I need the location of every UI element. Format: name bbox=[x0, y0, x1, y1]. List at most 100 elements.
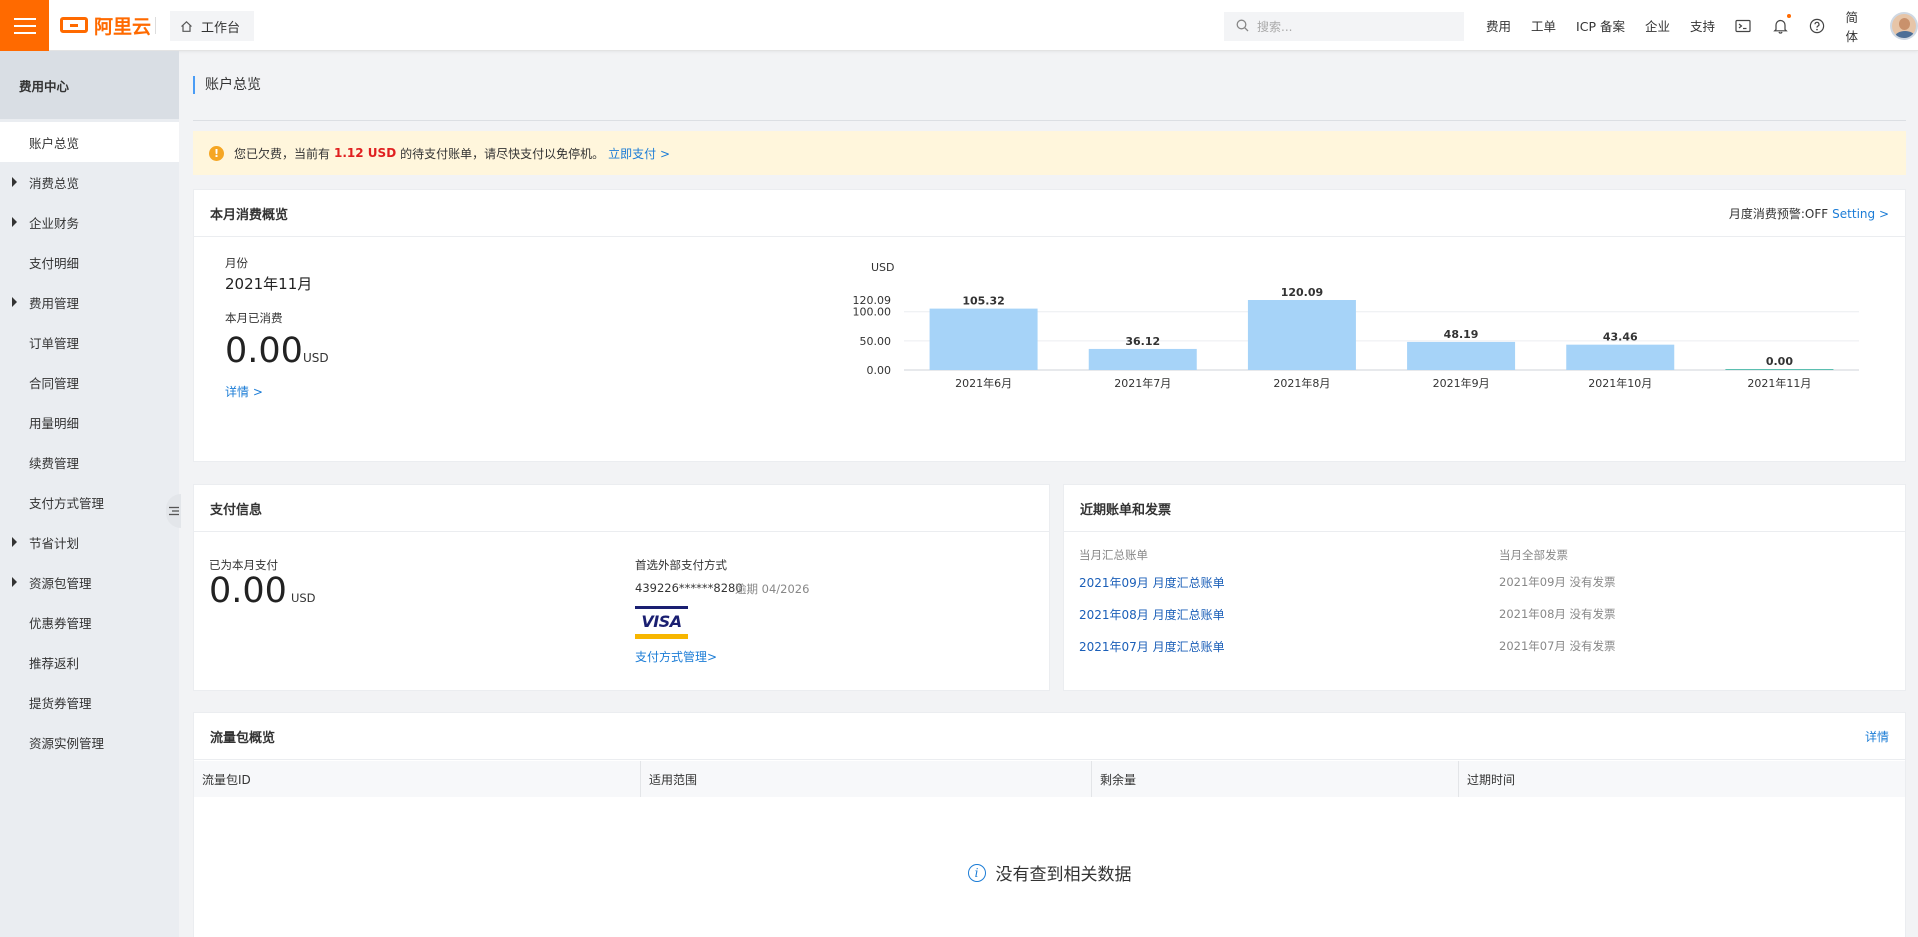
y-tick-label: 120.09 bbox=[853, 294, 892, 307]
payment-info-card: 支付信息 已为本月支付 0.00 USD 首选外部支付方式 439226*****… bbox=[193, 484, 1050, 691]
top-bar: 阿里云 工作台 费用 工单 ICP 备案 企业 支持 简体 bbox=[0, 0, 1918, 51]
sidebar-item[interactable]: 支付方式管理 bbox=[0, 482, 179, 522]
monthly-invoices-label: 当月全部发票 bbox=[1499, 548, 1568, 562]
sidebar-item[interactable]: 企业财务 bbox=[0, 202, 179, 242]
payment-card-title: 支付信息 bbox=[194, 485, 1049, 532]
sidebar-item[interactable]: 费用管理 bbox=[0, 282, 179, 322]
monthly-bills-label: 当月汇总账单 bbox=[1079, 548, 1148, 562]
sidebar-item[interactable]: 资源实例管理 bbox=[0, 722, 179, 762]
y-tick-label: 0.00 bbox=[867, 364, 892, 377]
bell-icon[interactable] bbox=[1772, 14, 1791, 34]
sidebar-item-label: 提货券管理 bbox=[29, 695, 92, 711]
sidebar-item-label: 资源包管理 bbox=[29, 575, 92, 591]
column-header[interactable]: 流量包ID bbox=[194, 761, 641, 797]
sidebar-item-label: 消费总览 bbox=[29, 175, 80, 191]
spent-amount: 0.00USD bbox=[225, 331, 329, 378]
user-avatar[interactable] bbox=[1890, 11, 1918, 40]
title-divider bbox=[193, 120, 1906, 121]
top-nav: 费用 工单 ICP 备案 企业 支持 简体 bbox=[1486, 0, 1918, 51]
page-title: 账户总览 bbox=[193, 76, 261, 94]
sidebar-item-label: 合同管理 bbox=[29, 375, 80, 391]
y-tick-label: 50.00 bbox=[860, 335, 892, 348]
x-tick-label: 2021年10月 bbox=[1588, 376, 1652, 390]
y-axis-unit: USD bbox=[871, 261, 895, 274]
sidebar-item[interactable]: 合同管理 bbox=[0, 362, 179, 402]
caret-right-icon bbox=[12, 577, 17, 587]
terminal-icon[interactable] bbox=[1735, 17, 1752, 34]
sidebar-item[interactable]: 节省计划 bbox=[0, 522, 179, 562]
search-input[interactable] bbox=[1257, 19, 1447, 34]
spent-unit: USD bbox=[302, 351, 329, 365]
sidebar-item[interactable]: 提货券管理 bbox=[0, 682, 179, 722]
monthly-overview-card: 本月消费概览 月度消费预警:OFF Setting > 月份 2021年11月 本… bbox=[193, 189, 1906, 462]
nav-tickets[interactable]: 工单 bbox=[1531, 16, 1556, 35]
sidebar: 费用中心 账户总览 消费总览 企业财务 支付明细 费用管理 订单管理 合同管理 用量明细 续费管… bbox=[0, 51, 179, 937]
bill-link[interactable]: 2021年09月 月度汇总账单 bbox=[1079, 574, 1225, 591]
bar-value-label: 48.19 bbox=[1444, 328, 1479, 341]
collapse-icon bbox=[168, 506, 179, 516]
nav-support[interactable]: 支持 bbox=[1690, 16, 1715, 35]
nav-fees[interactable]: 费用 bbox=[1486, 16, 1511, 35]
bill-link[interactable]: 2021年08月 月度汇总账单 bbox=[1079, 606, 1225, 623]
sidebar-item[interactable]: 消费总览 bbox=[0, 162, 179, 202]
sidebar-item-label: 费用管理 bbox=[29, 295, 80, 311]
aliyun-logo[interactable]: 阿里云 bbox=[60, 13, 151, 38]
sidebar-item[interactable]: 支付明细 bbox=[0, 242, 179, 282]
column-header[interactable]: 过期时间 bbox=[1459, 761, 1905, 797]
sidebar-item-label: 优惠券管理 bbox=[29, 615, 92, 631]
sidebar-item[interactable]: 优惠券管理 bbox=[0, 602, 179, 642]
invoice-status: 2021年08月 没有发票 bbox=[1499, 607, 1616, 621]
bills-invoices-card: 近期账单和发票 当月汇总账单 当月全部发票 2021年09月 月度汇总账单 20… bbox=[1063, 484, 1906, 691]
sidebar-item-label: 订单管理 bbox=[29, 335, 80, 351]
bill-link[interactable]: 2021年07月 月度汇总账单 bbox=[1079, 638, 1225, 655]
nav-enterprise[interactable]: 企业 bbox=[1645, 16, 1670, 35]
x-tick-label: 2021年6月 bbox=[955, 376, 1012, 390]
card-expiry: 逾期 04/2026 bbox=[735, 582, 810, 596]
sidebar-item-label: 账户总览 bbox=[29, 135, 80, 151]
spend-detail-link[interactable]: 详情 > bbox=[225, 383, 263, 400]
menu-icon[interactable] bbox=[0, 0, 49, 51]
sidebar-item[interactable]: 订单管理 bbox=[0, 322, 179, 362]
caret-right-icon bbox=[12, 177, 17, 187]
card-brand: VISA bbox=[641, 612, 682, 631]
language-switch[interactable]: 简体 bbox=[1845, 7, 1870, 45]
x-tick-label: 2021年7月 bbox=[1114, 376, 1171, 390]
sidebar-item-label: 推荐返利 bbox=[29, 655, 80, 671]
empty-text: 没有查到相关数据 bbox=[995, 865, 1132, 885]
pay-now-link[interactable]: 立即支付 > bbox=[608, 145, 670, 162]
paid-unit: USD bbox=[290, 591, 316, 605]
search-box[interactable] bbox=[1224, 12, 1464, 41]
sidebar-item-label: 支付明细 bbox=[29, 255, 80, 271]
bar-value-label: 120.09 bbox=[1281, 286, 1323, 299]
bar-value-label: 43.46 bbox=[1603, 331, 1638, 344]
sidebar-item-label: 支付方式管理 bbox=[29, 495, 105, 511]
sidebar-item[interactable]: 续费管理 bbox=[0, 442, 179, 482]
spend-alarm-label: 月度消费预警:OFF bbox=[1728, 207, 1829, 221]
setting-link[interactable]: Setting > bbox=[1832, 207, 1889, 221]
sidebar-item[interactable]: 用量明细 bbox=[0, 402, 179, 442]
sidebar-item-label: 续费管理 bbox=[29, 455, 80, 471]
workbench-button[interactable]: 工作台 bbox=[170, 11, 255, 41]
traffic-pack-card: 流量包概览 详情 流量包ID 适用范围 剩余量 过期时间 i 没有查到相关数据 bbox=[193, 712, 1906, 937]
column-header[interactable]: 适用范围 bbox=[641, 761, 1092, 797]
help-icon[interactable] bbox=[1809, 17, 1826, 34]
traffic-card-title: 流量包概览 bbox=[194, 713, 1905, 760]
traffic-table-header: 流量包ID 适用范围 剩余量 过期时间 bbox=[194, 761, 1905, 797]
sidebar-item[interactable]: 资源包管理 bbox=[0, 562, 179, 602]
sidebar-item[interactable]: 推荐返利 bbox=[0, 642, 179, 682]
chart-bar bbox=[1725, 369, 1834, 370]
column-header[interactable]: 剩余量 bbox=[1092, 761, 1459, 797]
sidebar-item[interactable]: 账户总览 bbox=[0, 122, 179, 162]
caret-right-icon bbox=[12, 537, 17, 547]
sidebar-menu: 账户总览消费总览企业财务支付明细费用管理订单管理合同管理用量明细续费管理支付方式… bbox=[0, 122, 179, 762]
chart-bar bbox=[1088, 348, 1197, 370]
spent-label: 本月已消费 bbox=[225, 311, 283, 325]
traffic-detail-link[interactable]: 详情 bbox=[1865, 728, 1889, 745]
nav-icp[interactable]: ICP 备案 bbox=[1576, 16, 1625, 35]
x-tick-label: 2021年11月 bbox=[1747, 376, 1811, 390]
manage-payment-link[interactable]: 支付方式管理> bbox=[635, 648, 717, 665]
sidebar-item-label: 资源实例管理 bbox=[29, 735, 105, 751]
empty-state: i 没有查到相关数据 bbox=[194, 860, 1905, 885]
x-tick-label: 2021年9月 bbox=[1433, 376, 1490, 390]
caret-right-icon bbox=[12, 297, 17, 307]
